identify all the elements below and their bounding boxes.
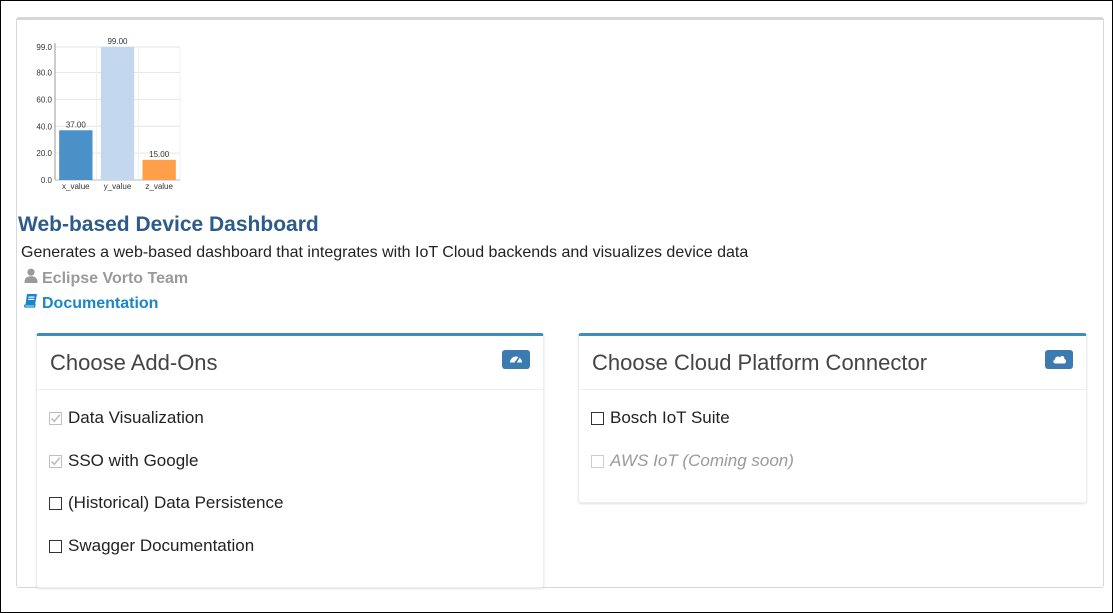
sso-google-checkbox[interactable]	[49, 454, 62, 468]
data-visualization-checkbox[interactable]	[49, 411, 62, 425]
cloud-connector-panel: Choose Cloud Platform Connector Bosch Io…	[578, 333, 1087, 503]
author-name: Eclipse Vorto Team	[42, 269, 189, 287]
chart-y-tick-label: 99.0	[36, 43, 52, 52]
app-title: Web-based Device Dashboard	[18, 213, 319, 236]
aws-iot-checkbox	[591, 454, 604, 468]
documentation-label: Documentation	[42, 294, 159, 312]
documentation-link[interactable]: Documentation	[24, 293, 158, 314]
bosch-iot-suite-label: Bosch IoT Suite	[610, 408, 730, 427]
swagger-checkbox[interactable]	[49, 539, 62, 553]
addons-panel-header: Choose Add-Ons	[37, 336, 543, 390]
bar-chart-svg: 0.0 20.0 40.0 60.0 80.0 99.0 37.00 x_value 99.00…	[36, 37, 181, 191]
addon-option-sso-google[interactable]: SSO with Google	[49, 451, 198, 471]
chart-y-tick-label: 20.0	[36, 149, 52, 158]
chart-data-label: 37.00	[66, 120, 87, 129]
app-description: Generates a web-based dashboard that int…	[21, 244, 749, 261]
book-icon	[24, 293, 38, 314]
connector-option-aws: AWS IoT (Coming soon)	[591, 451, 794, 471]
chart-x-tick-label: y_value	[104, 182, 132, 191]
addons-panel: Choose Add-Ons Data Visualization SSO wi…	[36, 333, 544, 588]
addon-option-swagger[interactable]: Swagger Documentation	[49, 536, 254, 556]
bosch-iot-suite-checkbox[interactable]	[591, 411, 604, 425]
addons-panel-title: Choose Add-Ons	[50, 350, 218, 375]
data-visualization-label: Data Visualization	[68, 408, 204, 427]
aws-iot-label: AWS IoT (Coming soon)	[610, 451, 794, 470]
chart-y-tick-label: 0.0	[41, 176, 53, 185]
dashboard-icon	[509, 351, 523, 369]
chart-y-tick-label: 60.0	[36, 95, 52, 104]
connector-option-bosch[interactable]: Bosch IoT Suite	[591, 408, 730, 428]
cloud-icon	[1052, 351, 1067, 369]
chart-x-tick-label: z_value	[145, 182, 173, 191]
chart-bar-y_value	[100, 47, 135, 180]
sso-google-label: SSO with Google	[68, 451, 199, 470]
chart-y-tick-label: 40.0	[36, 122, 52, 131]
data-persistence-label: (Historical) Data Persistence	[68, 493, 284, 512]
chart-bar-z_value	[142, 159, 176, 180]
chart-y-tick-label: 80.0	[36, 69, 52, 78]
cloud-panel-title: Choose Cloud Platform Connector	[592, 350, 928, 375]
swagger-label: Swagger Documentation	[68, 536, 255, 555]
chart-data-label: 15.00	[149, 150, 170, 159]
author: Eclipse Vorto Team	[24, 268, 188, 289]
data-persistence-checkbox[interactable]	[49, 496, 62, 510]
cloud-panel-header: Choose Cloud Platform Connector	[579, 336, 1086, 390]
user-icon	[24, 268, 38, 289]
addon-option-data-persistence[interactable]: (Historical) Data Persistence	[49, 493, 283, 513]
chart-data-label: 99.00	[107, 37, 128, 46]
chart-x-tick-label: x_value	[62, 182, 90, 191]
dashboard-tool-button[interactable]	[502, 350, 530, 369]
addon-option-data-visualization[interactable]: Data Visualization	[49, 408, 204, 428]
bar-chart: 0.0 20.0 40.0 60.0 80.0 99.0 37.00 x_value 99.00…	[28, 33, 188, 198]
cloud-tool-button[interactable]	[1045, 350, 1073, 369]
chart-bar-x_value	[59, 130, 93, 180]
